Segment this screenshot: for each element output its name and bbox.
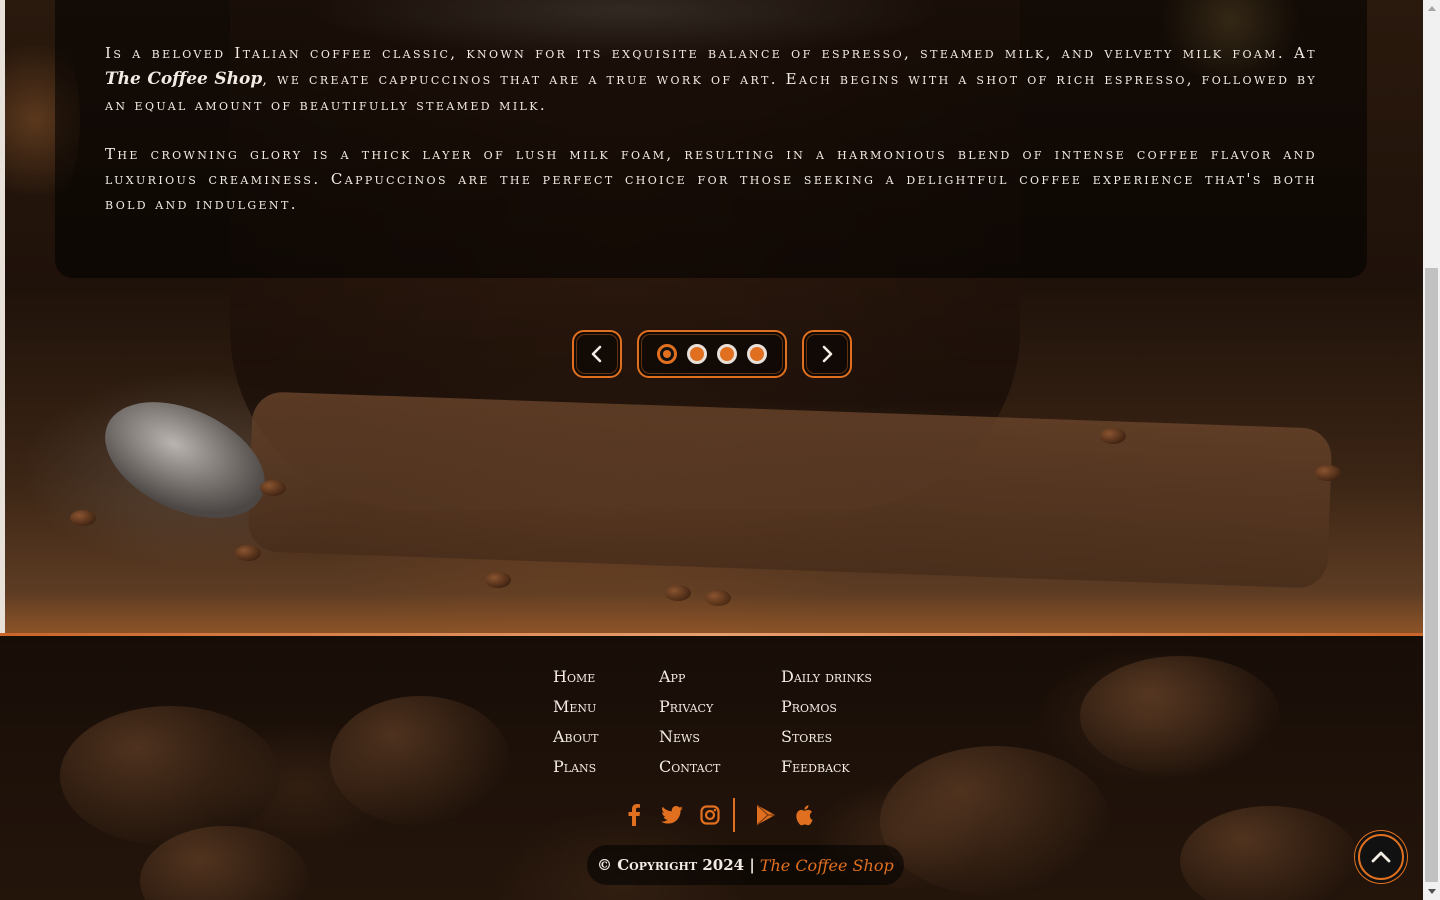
triangle-up-icon — [1427, 6, 1436, 11]
social-divider — [733, 798, 735, 832]
brand-name-inline: The Coffee Shop — [105, 69, 263, 89]
description-paragraph-2: The crowning glory is a thick layer of l… — [105, 145, 1317, 213]
coffee-bean-background — [60, 706, 280, 846]
coffee-bean — [235, 545, 261, 561]
hero-section: Is a beloved Italian coffee classic, kno… — [0, 0, 1423, 633]
instagram-icon[interactable] — [691, 798, 729, 832]
footer-link-contact[interactable]: Contact — [659, 752, 781, 782]
carousel-next-button[interactable] — [802, 330, 852, 378]
footer-link-plans[interactable]: Plans — [553, 752, 659, 782]
social-links — [615, 798, 823, 832]
carousel-dot[interactable] — [747, 344, 767, 364]
footer-link-home[interactable]: Home — [553, 662, 659, 692]
paragraph-text: Is a beloved Italian coffee classic, kno… — [105, 44, 1317, 62]
footer-link-stores[interactable]: Stores — [781, 722, 872, 752]
paragraph-text: , we create cappuccinos that are a true … — [105, 70, 1317, 114]
twitter-icon[interactable] — [653, 798, 691, 832]
facebook-icon[interactable] — [615, 798, 653, 832]
copyright-bar: © Copyright 2024 | The Coffee Shop — [587, 845, 904, 885]
description-paragraph-1: Is a beloved Italian coffee classic, kno… — [105, 40, 1317, 118]
coffee-bean — [485, 572, 511, 588]
carousel-dot[interactable] — [717, 344, 737, 364]
chevron-up-icon — [1371, 851, 1391, 863]
scroll-down-arrow[interactable] — [1423, 883, 1440, 900]
apple-icon[interactable] — [785, 798, 823, 832]
footer-link-app[interactable]: App — [659, 662, 781, 692]
footer-link-menu[interactable]: Menu — [553, 692, 659, 722]
coffee-bean-background — [1180, 806, 1360, 900]
footer: Home Menu About Plans App Privacy News C… — [0, 636, 1423, 900]
button-inner-border — [576, 334, 618, 374]
scroll-up-arrow[interactable] — [1423, 0, 1440, 17]
carousel-dot[interactable] — [687, 344, 707, 364]
coffee-bean-background — [330, 696, 510, 826]
coffee-bean — [70, 510, 96, 526]
coffee-bean-background — [1080, 656, 1280, 776]
footer-column-3: Daily drinks Promos Stores Feedback — [781, 662, 872, 782]
copyright-brand: The Coffee Shop — [759, 855, 894, 875]
page-edge — [0, 0, 5, 633]
google-play-icon[interactable] — [747, 798, 785, 832]
carousel-indicators — [637, 330, 787, 378]
hero-bottom-glow — [0, 593, 1423, 633]
footer-link-about[interactable]: About — [553, 722, 659, 752]
footer-column-1: Home Menu About Plans — [553, 662, 659, 782]
coffee-bean-background — [880, 746, 1110, 896]
coffee-bean — [1315, 465, 1341, 481]
description-panel: Is a beloved Italian coffee classic, kno… — [55, 0, 1367, 278]
scroll-to-top-button[interactable] — [1358, 834, 1404, 880]
footer-link-feedback[interactable]: Feedback — [781, 752, 872, 782]
footer-nav: Home Menu About Plans App Privacy News C… — [553, 662, 872, 782]
vertical-scrollbar[interactable] — [1423, 0, 1440, 900]
footer-link-daily-drinks[interactable]: Daily drinks — [781, 662, 872, 692]
napkin-image — [247, 391, 1333, 589]
copyright-text: © Copyright 2024 | — [597, 856, 755, 874]
footer-link-news[interactable]: News — [659, 722, 781, 752]
carousel-dot[interactable] — [657, 344, 677, 364]
button-inner-border — [806, 334, 848, 374]
coffee-bean — [260, 480, 286, 496]
footer-link-privacy[interactable]: Privacy — [659, 692, 781, 722]
coffee-bean — [1100, 428, 1126, 444]
scrollbar-thumb[interactable] — [1425, 268, 1438, 882]
triangle-down-icon — [1427, 889, 1436, 894]
footer-column-2: App Privacy News Contact — [659, 662, 781, 782]
carousel-prev-button[interactable] — [572, 330, 622, 378]
footer-link-promos[interactable]: Promos — [781, 692, 872, 722]
